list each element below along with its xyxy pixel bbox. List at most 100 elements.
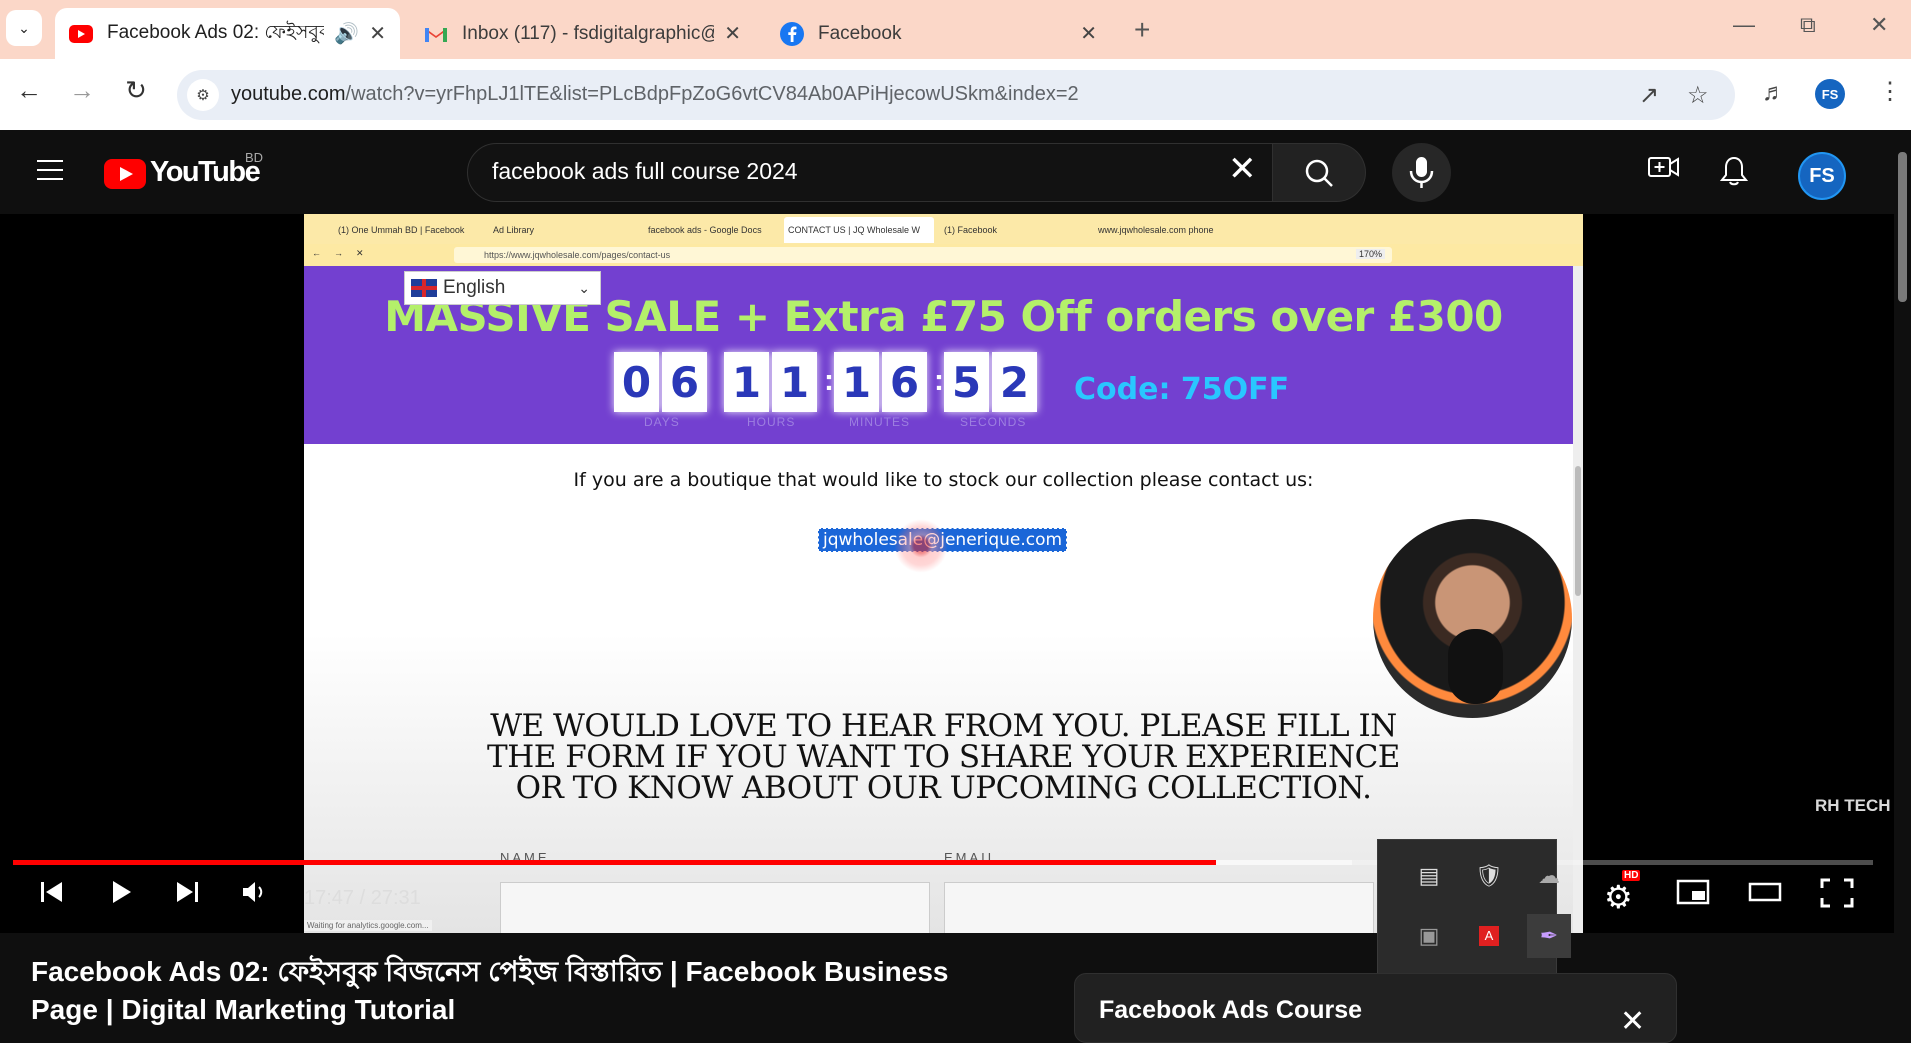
- countdown-digit: 2: [992, 352, 1037, 412]
- new-tab-button[interactable]: +: [1134, 14, 1150, 46]
- video-player[interactable]: (1) One Ummah BD | Facebook Ad Library f…: [0, 214, 1894, 933]
- language-selector: English ⌄: [404, 271, 601, 305]
- countdown-label: HOURS: [747, 415, 796, 429]
- close-playlist-icon[interactable]: ✕: [1620, 1004, 1645, 1039]
- theater-mode-button[interactable]: [1748, 878, 1782, 914]
- page-scrollbar[interactable]: [1894, 130, 1911, 1019]
- chevron-down-icon: ⌄: [578, 279, 590, 296]
- playlist-panel[interactable]: Facebook Ads Course ✕: [1074, 973, 1677, 1043]
- volume-icon: [243, 882, 263, 902]
- contact-heading-line: WE WOULD LOVE TO HEAR FROM YOU. PLEASE F…: [490, 708, 1397, 744]
- close-tab-icon[interactable]: ✕: [369, 21, 386, 46]
- video-title: Facebook Ads 02: ফেইসবুক বিজনেস পেইজ বিস…: [31, 956, 949, 1025]
- media-control-icon[interactable]: ♬: [1762, 79, 1786, 107]
- gmail-icon: [424, 22, 448, 46]
- search-icon: [1305, 159, 1333, 187]
- address-bar[interactable]: ⚙ youtube.com/watch?v=yrFhpLJ1lTE&list=P…: [177, 70, 1735, 120]
- tab-title: Facebook: [818, 22, 902, 44]
- browser-toolbar: ← → ↻ ⚙ youtube.com/watch?v=yrFhpLJ1lTE&…: [0, 59, 1911, 130]
- hd-badge: HD: [1622, 870, 1641, 881]
- play-button[interactable]: [107, 878, 135, 914]
- youtube-logo-icon[interactable]: [104, 159, 146, 189]
- inner-tab: www.jqwholesale.com phone: [1098, 225, 1214, 235]
- contact-heading-line: OR TO KNOW ABOUT OUR UPCOMING COLLECTION…: [515, 770, 1372, 806]
- progress-played: [13, 860, 1217, 865]
- language-label: English: [443, 277, 506, 298]
- url-text[interactable]: youtube.com/watch?v=yrFhpLJ1lTE&list=PLc…: [231, 83, 1079, 106]
- countdown-label: SECONDS: [960, 415, 1027, 429]
- previous-video-button[interactable]: [38, 878, 66, 914]
- countdown-digit: 1: [772, 352, 817, 412]
- playlist-title: Facebook Ads Course: [1099, 996, 1363, 1024]
- inner-stop-icon: ✕: [356, 248, 364, 258]
- theater-icon: [1748, 882, 1782, 902]
- account-avatar[interactable]: FS: [1798, 152, 1846, 200]
- form-email-field: [944, 882, 1374, 933]
- notifications-bell-icon[interactable]: [1719, 156, 1749, 193]
- feather-icon[interactable]: ✒: [1527, 914, 1571, 958]
- close-tab-icon[interactable]: ✕: [724, 21, 741, 46]
- voice-search-button[interactable]: [1392, 143, 1451, 202]
- forward-button[interactable]: →: [64, 75, 100, 106]
- close-tab-icon[interactable]: ✕: [1080, 21, 1097, 46]
- youtube-logo-text[interactable]: YouTube: [150, 156, 261, 189]
- profile-avatar[interactable]: FS: [1815, 79, 1845, 109]
- search-button[interactable]: [1273, 143, 1366, 202]
- create-video-icon[interactable]: [1648, 154, 1680, 186]
- inner-zoom-level: 170%: [1356, 249, 1386, 259]
- back-button[interactable]: ←: [11, 75, 47, 106]
- app-tray-icon[interactable]: ▣: [1407, 914, 1451, 958]
- inner-forward-icon: →: [334, 248, 343, 258]
- countdown-label: MINUTES: [849, 415, 910, 429]
- presenter-facecam: [1373, 519, 1572, 718]
- mute-button[interactable]: [240, 878, 268, 914]
- speaker-icon[interactable]: 🔊: [334, 21, 359, 46]
- tab-gmail[interactable]: Inbox (117) - fsdigitalgraphic@g ✕: [410, 8, 755, 59]
- uk-flag-icon: [411, 279, 437, 297]
- tab-search-button[interactable]: ⌄: [6, 10, 42, 46]
- next-icon: [177, 882, 198, 902]
- restore-window-button[interactable]: ⧉: [1800, 12, 1816, 38]
- menu-kebab-icon[interactable]: ⋮: [1878, 77, 1902, 106]
- minimize-window-button[interactable]: —: [1733, 12, 1755, 38]
- inner-tab: (1) Facebook: [944, 225, 998, 235]
- inner-browser-tabs: (1) One Ummah BD | Facebook Ad Library f…: [304, 214, 1583, 244]
- close-window-button[interactable]: ✕: [1870, 12, 1888, 38]
- miniplayer-button[interactable]: [1676, 878, 1710, 914]
- chevron-down-icon: ⌄: [18, 19, 30, 36]
- countdown-digit: 1: [834, 352, 879, 412]
- next-video-button[interactable]: [173, 878, 201, 914]
- bookmark-star-icon[interactable]: ☆: [1687, 81, 1709, 110]
- search-input[interactable]: [492, 158, 1172, 185]
- countdown-hours: 1 1: [724, 352, 817, 412]
- inner-tab: Ad Library: [493, 225, 535, 235]
- security-shield-icon[interactable]: 🛡: [1467, 854, 1511, 898]
- countdown-days: 0 6: [614, 352, 707, 412]
- cloud-offline-icon[interactable]: ☁: [1527, 854, 1571, 898]
- open-in-app-icon[interactable]: ↗: [1639, 81, 1659, 110]
- country-code: BD: [245, 150, 264, 165]
- countdown-digit: 5: [944, 352, 989, 412]
- search-box: [467, 143, 1273, 202]
- site-info-icon[interactable]: ⚙: [187, 79, 219, 111]
- tab-youtube-video[interactable]: Facebook Ads 02: ফেইসবুক 🔊 ✕: [55, 8, 400, 59]
- countdown-digit: 1: [724, 352, 769, 412]
- reload-button[interactable]: ↻: [118, 75, 154, 106]
- adobe-acrobat-icon[interactable]: A: [1467, 914, 1511, 958]
- gear-icon: ⚙: [1604, 879, 1633, 915]
- tab-facebook[interactable]: Facebook ✕: [766, 8, 1111, 59]
- boutique-text: If you are a boutique that would like to…: [573, 469, 1314, 491]
- browser-tab-strip: ⌄ Facebook Ads 02: ফেইসবুক 🔊 ✕ Inbox (11…: [0, 0, 1911, 59]
- hamburger-menu-icon[interactable]: [37, 160, 63, 187]
- monitor-icon[interactable]: ▤: [1407, 854, 1451, 898]
- inner-scrollbar: [1573, 266, 1583, 933]
- countdown-separator: :: [824, 364, 834, 397]
- inner-tab: (1) One Ummah BD | Facebook: [338, 225, 465, 235]
- fullscreen-button[interactable]: [1820, 878, 1854, 916]
- clear-search-icon[interactable]: ✕: [1228, 152, 1257, 186]
- progress-bar[interactable]: [13, 860, 1873, 865]
- countdown-digit: 0: [614, 352, 659, 412]
- countdown-minutes: 1 6: [834, 352, 927, 412]
- settings-button[interactable]: ⚙ HD: [1604, 870, 1641, 916]
- inner-back-icon: ←: [312, 248, 321, 258]
